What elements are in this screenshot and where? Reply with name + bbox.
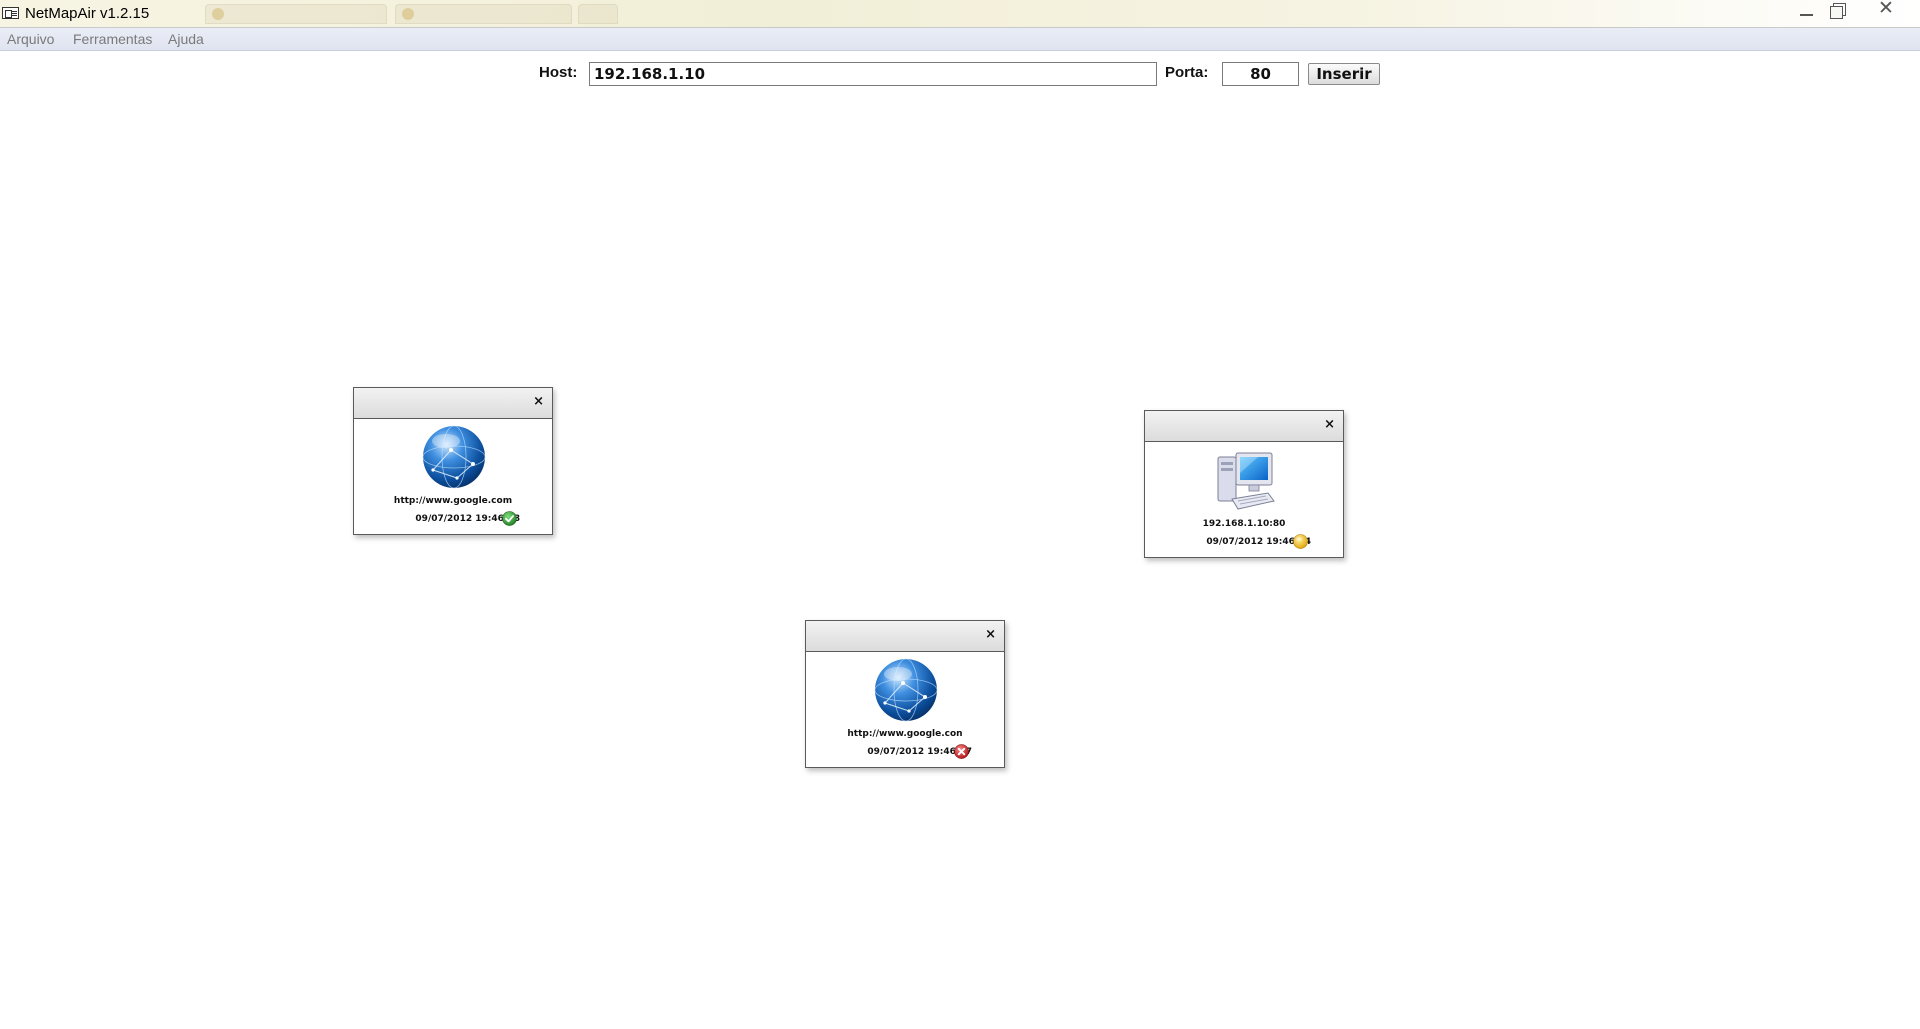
close-icon[interactable]: ✕ bbox=[1870, 0, 1902, 19]
menu-ferramentas[interactable]: Ferramentas bbox=[73, 31, 152, 47]
node-target: 192.168.1.10:80 bbox=[1202, 519, 1286, 529]
menu-ajuda[interactable]: Ajuda bbox=[168, 31, 204, 47]
computer-icon bbox=[1217, 452, 1275, 510]
node-timestamp: 09/07/2012 19:46:08 bbox=[415, 514, 520, 524]
node-panel[interactable]: × http://www.google.com 09/07/2012 19:46… bbox=[353, 387, 553, 535]
taskbar-app-icon bbox=[402, 8, 414, 20]
node-panel[interactable]: × 192.168.1.10:80 09/07/2012 19:46:04 bbox=[1144, 410, 1344, 558]
title-bar: NetMapAir v1.2.15 ✕ bbox=[0, 0, 1920, 28]
app-icon bbox=[2, 7, 19, 19]
taskbar-app-icon bbox=[212, 8, 224, 20]
node-header[interactable]: × bbox=[354, 388, 552, 419]
node-header[interactable]: × bbox=[806, 621, 1004, 652]
node-timestamp: 09/07/2012 19:46:07 bbox=[867, 747, 972, 757]
host-input[interactable]: 192.168.1.10 bbox=[589, 62, 1157, 86]
port-input[interactable]: 80 bbox=[1222, 62, 1299, 86]
yellow-circle-icon bbox=[1293, 534, 1308, 549]
background-taskbar-tab bbox=[578, 4, 618, 24]
minimize-icon[interactable] bbox=[1790, 0, 1822, 20]
host-label: Host: bbox=[539, 64, 578, 81]
window-title: NetMapAir v1.2.15 bbox=[25, 5, 150, 22]
close-icon[interactable]: × bbox=[985, 627, 996, 642]
node-target: http://www.google.con bbox=[847, 729, 963, 739]
restore-icon[interactable] bbox=[1822, 0, 1854, 20]
menu-arquivo[interactable]: Arquivo bbox=[7, 31, 54, 47]
background-taskbar-tab bbox=[205, 4, 387, 24]
port-label: Porta: bbox=[1165, 64, 1209, 81]
globe-icon bbox=[422, 425, 486, 489]
node-timestamp: 09/07/2012 19:46:04 bbox=[1206, 537, 1311, 547]
globe-icon bbox=[874, 658, 938, 722]
check-circle-icon bbox=[502, 511, 517, 526]
node-target: http://www.google.com bbox=[393, 496, 513, 506]
x-circle-icon bbox=[954, 744, 969, 759]
node-panel[interactable]: × http://www.google.con 09/07/2012 19:46… bbox=[805, 620, 1005, 768]
background-taskbar-tab bbox=[395, 4, 572, 24]
insert-button[interactable]: Inserir bbox=[1308, 63, 1380, 85]
node-header[interactable]: × bbox=[1145, 411, 1343, 442]
close-icon[interactable]: × bbox=[1324, 417, 1335, 432]
menu-bar: Arquivo Ferramentas Ajuda bbox=[0, 28, 1920, 51]
close-icon[interactable]: × bbox=[533, 394, 544, 409]
